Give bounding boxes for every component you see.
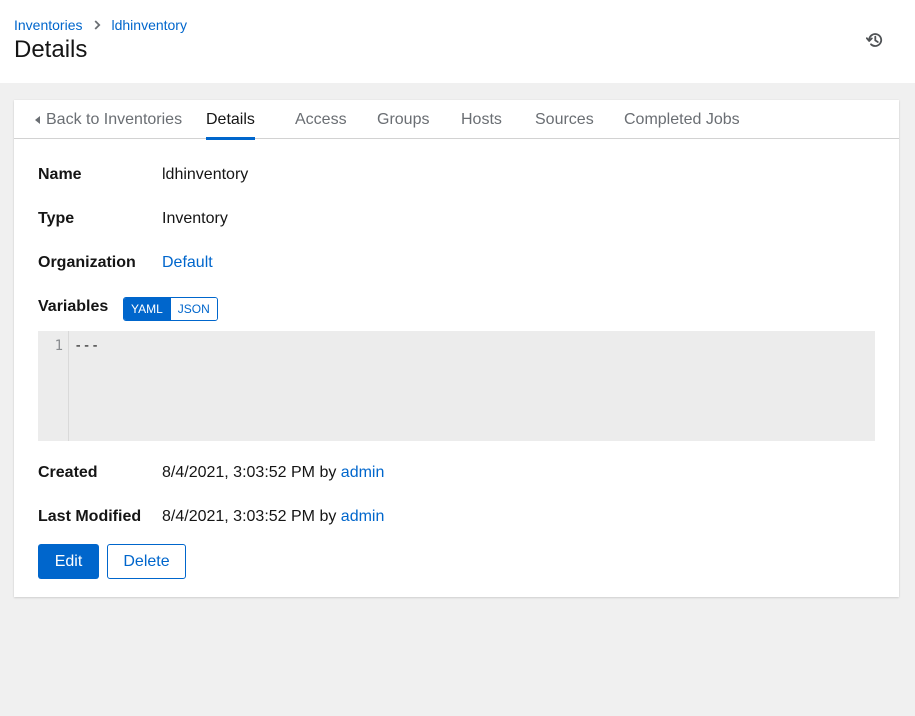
modified-by-user-link[interactable]: admin [341, 508, 385, 525]
tab-label: Access [295, 110, 347, 128]
page-title: Details [14, 36, 88, 63]
line-number: 1 [54, 338, 63, 354]
tab-label: Back to Inventories [46, 110, 183, 128]
type-value: Inventory [162, 210, 228, 227]
created-label: Created [38, 464, 98, 481]
created-date: 8/4/2021, 3:03:52 PM by [162, 464, 337, 481]
organization-label: Organization [38, 254, 136, 271]
tab-label: Groups [377, 110, 430, 128]
last-modified-value: 8/4/2021, 3:03:52 PM by admin [162, 508, 384, 526]
caret-left-icon [35, 115, 40, 124]
yaml-toggle-button[interactable]: YAML [124, 298, 170, 320]
tab-back-to-inventories[interactable]: Back to Inventories [35, 100, 182, 139]
chevron-right-icon [94, 20, 101, 30]
variables-code-editor[interactable]: 1 --- [38, 331, 875, 441]
json-toggle-button[interactable]: JSON [169, 298, 217, 320]
organization-link[interactable]: Default [162, 254, 213, 271]
modified-date: 8/4/2021, 3:03:52 PM by [162, 508, 337, 525]
variables-label: Variables [38, 298, 109, 315]
breadcrumb: Inventories ldhinventory [14, 17, 187, 33]
organization-value: Default [162, 254, 213, 272]
tab-details[interactable]: Details [206, 100, 255, 140]
variables-format-toggle: YAML JSON [123, 297, 218, 321]
tab-label: Hosts [461, 110, 502, 128]
created-by-user-link[interactable]: admin [341, 464, 385, 481]
breadcrumb-current-link[interactable]: ldhinventory [111, 17, 187, 33]
tab-sources[interactable]: Sources [535, 100, 594, 139]
tab-label: Completed Jobs [624, 110, 740, 128]
edit-button[interactable]: Edit [38, 544, 99, 579]
details-card: Back to Inventories Details Access Group… [14, 100, 899, 597]
created-value: 8/4/2021, 3:03:52 PM by admin [162, 464, 384, 482]
tab-bar: Back to Inventories Details Access Group… [14, 100, 899, 140]
breadcrumb-inventories-link[interactable]: Inventories [14, 17, 82, 33]
tab-hosts[interactable]: Hosts [461, 100, 502, 139]
name-value: ldhinventory [162, 166, 249, 183]
page-header: Inventories ldhinventory Details [0, 0, 915, 83]
code-content: --- [74, 338, 100, 354]
tab-label: Sources [535, 110, 594, 128]
type-label: Type [38, 210, 75, 227]
history-icon[interactable] [864, 29, 886, 51]
delete-button[interactable]: Delete [107, 544, 186, 579]
tab-access[interactable]: Access [295, 100, 347, 139]
last-modified-label: Last Modified [38, 508, 142, 525]
name-label: Name [38, 166, 82, 183]
tab-label: Details [206, 110, 255, 128]
tab-groups[interactable]: Groups [377, 100, 429, 139]
line-number-gutter: 1 [38, 331, 69, 441]
tab-completed-jobs[interactable]: Completed Jobs [624, 100, 740, 139]
